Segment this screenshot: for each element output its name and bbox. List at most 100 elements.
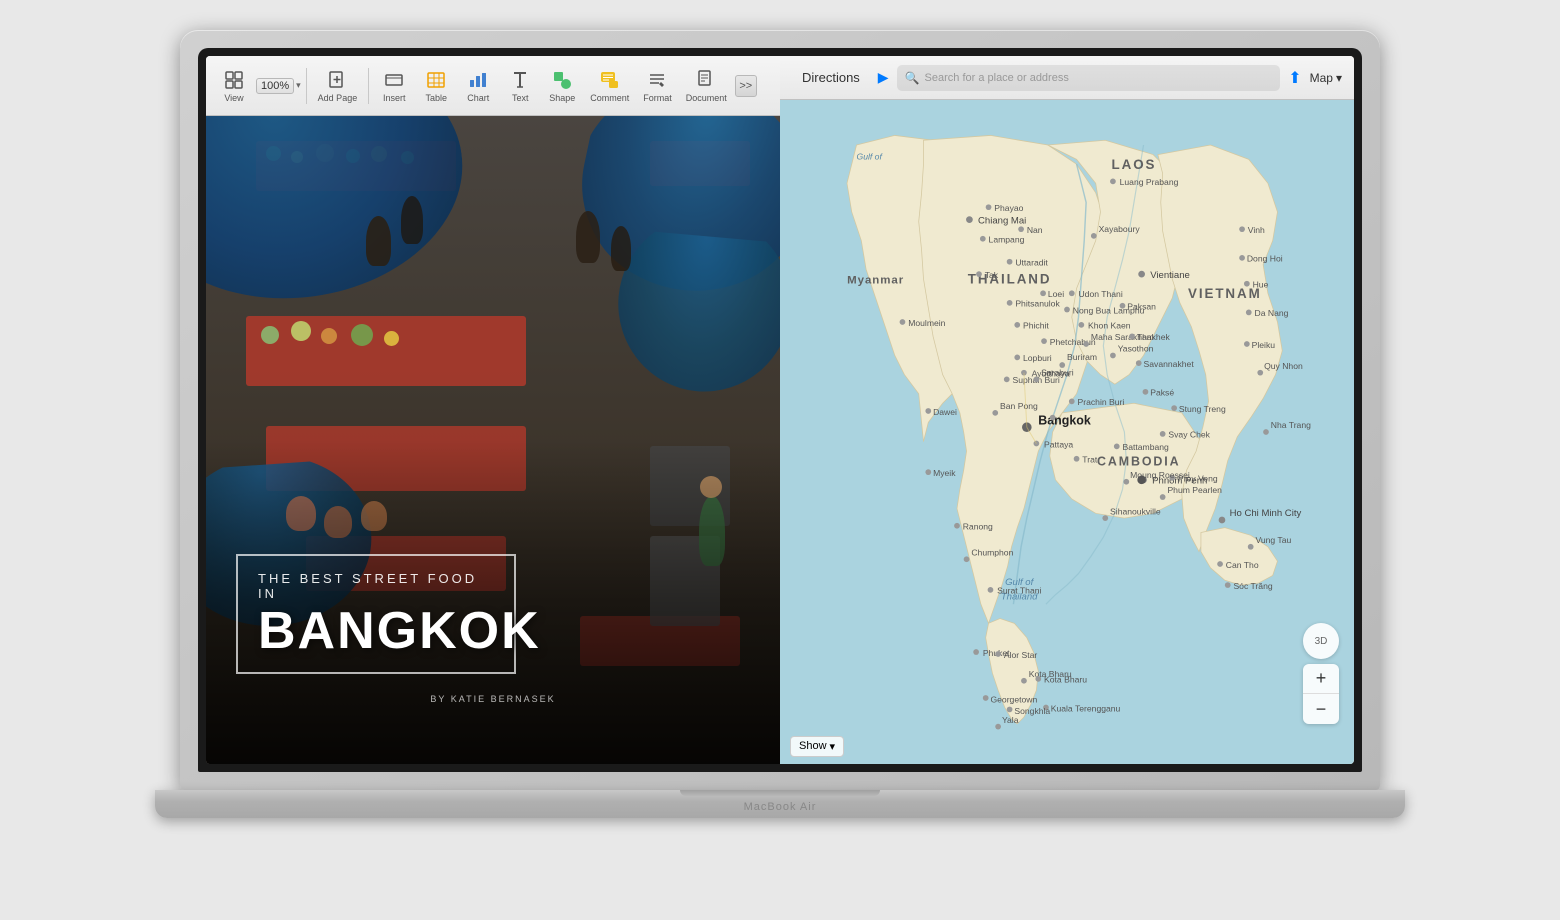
svg-text:Battambang: Battambang	[1122, 442, 1169, 452]
svg-text:Savannakhet: Savannakhet	[1144, 359, 1195, 369]
svg-text:Lampang: Lampang	[989, 235, 1025, 245]
svg-text:Svay Chek: Svay Chek	[1168, 430, 1210, 440]
map-type-button[interactable]: Map ▾	[1310, 71, 1342, 85]
svg-text:Chiang Mai: Chiang Mai	[978, 215, 1026, 226]
svg-text:Georgetown: Georgetown	[990, 695, 1037, 705]
text-icon	[509, 69, 531, 91]
svg-text:Ranong: Ranong	[963, 522, 993, 532]
shape-icon	[551, 69, 573, 91]
svg-text:Nha Trang: Nha Trang	[1271, 420, 1311, 430]
maps-search-bar[interactable]: 🔍 Search for a place or address	[897, 65, 1281, 91]
svg-text:Thakhek: Thakhek	[1137, 332, 1171, 342]
table-button[interactable]: Table	[416, 65, 456, 107]
more-button[interactable]: >>	[735, 75, 757, 97]
svg-text:Sóc Trăng: Sóc Trăng	[1233, 581, 1272, 591]
svg-text:Moulmein: Moulmein	[908, 318, 945, 328]
svg-text:Nan: Nan	[1027, 225, 1043, 235]
maps-view[interactable]: LAOS THAILAND VIETNAM CAMBODIA Myanmar G…	[780, 100, 1354, 764]
comment-button[interactable]: Comment	[584, 65, 635, 107]
view-button[interactable]: View	[214, 65, 254, 107]
svg-text:Phetchabun: Phetchabun	[1050, 337, 1096, 347]
map-type-chevron: ▾	[1336, 71, 1342, 85]
table-label: Table	[425, 93, 447, 103]
svg-text:Lopburi: Lopburi	[1023, 353, 1052, 363]
format-button[interactable]: Format	[637, 65, 678, 107]
compass-button[interactable]: 3D	[1303, 623, 1339, 659]
title-border: THE BEST STREET FOOD IN BANGKOK	[236, 554, 516, 674]
share-icon[interactable]: ⬆	[1288, 68, 1301, 88]
document-label: Document	[686, 93, 727, 103]
zoom-controls: + −	[1303, 664, 1339, 724]
macbook-container: View 100% ▾	[130, 30, 1430, 890]
cover-author: BY KATIE BERNASEK	[236, 694, 750, 704]
svg-text:Luang Prabang: Luang Prabang	[1120, 177, 1179, 187]
svg-text:Quy Nhon: Quy Nhon	[1264, 361, 1303, 371]
screen-bezel: View 100% ▾	[198, 48, 1362, 772]
svg-text:Yala: Yala	[1002, 715, 1019, 725]
svg-text:Loei: Loei	[1048, 289, 1064, 299]
svg-text:Tak: Tak	[985, 270, 999, 280]
svg-text:Pleiku: Pleiku	[1252, 340, 1276, 350]
text-button[interactable]: Text	[500, 65, 540, 107]
document-button[interactable]: Document	[680, 65, 733, 107]
zoom-in-button[interactable]: +	[1303, 664, 1339, 694]
svg-text:Uttaradit: Uttaradit	[1015, 258, 1048, 268]
macbook-base: MacBook Air	[155, 790, 1405, 818]
svg-text:Buriram: Buriram	[1067, 352, 1097, 362]
svg-text:VIETNAM: VIETNAM	[1188, 286, 1262, 301]
chart-label: Chart	[467, 93, 489, 103]
insert-icon	[383, 69, 405, 91]
show-chevron: ▾	[830, 740, 836, 753]
format-icon	[646, 69, 668, 91]
svg-text:Phichit: Phichit	[1023, 321, 1049, 331]
svg-text:Dawei: Dawei	[933, 407, 957, 417]
zoom-out-button[interactable]: −	[1303, 694, 1339, 724]
svg-text:Khon Kaen: Khon Kaen	[1088, 321, 1131, 331]
maps-app: Directions ▶ 🔍 Search for a place or add…	[780, 56, 1354, 764]
zoom-chevron: ▾	[296, 80, 301, 91]
toolbar-sep-1	[306, 68, 307, 104]
svg-text:Udon Thani: Udon Thani	[1078, 289, 1122, 299]
svg-text:Ban Pong: Ban Pong	[1000, 401, 1038, 411]
svg-text:Phitsanulok: Phitsanulok	[1015, 299, 1060, 309]
search-placeholder: Search for a place or address	[925, 72, 1069, 84]
shape-button[interactable]: Shape	[542, 65, 582, 107]
show-button[interactable]: Show ▾	[790, 736, 844, 757]
title-overlay: THE BEST STREET FOOD IN BANGKOK BY KATIE…	[236, 554, 750, 704]
macbook-lid: View 100% ▾	[180, 30, 1380, 790]
directions-button[interactable]: Directions	[792, 66, 870, 89]
insert-label: Insert	[383, 93, 406, 103]
svg-text:Kota Bharu: Kota Bharu	[1044, 675, 1087, 685]
macbook-label: MacBook Air	[744, 801, 817, 813]
svg-text:Alor Star: Alor Star	[1004, 650, 1038, 660]
svg-text:Bangkok: Bangkok	[1038, 413, 1091, 427]
document-icon	[695, 69, 717, 91]
add-page-button[interactable]: Add Page	[312, 65, 364, 107]
zoom-control[interactable]: 100% ▾	[256, 78, 301, 94]
screen: View 100% ▾	[206, 56, 1354, 764]
navigation-icon: ▶	[878, 69, 889, 86]
svg-text:Da Nang: Da Nang	[1255, 308, 1289, 318]
zoom-value[interactable]: 100%	[256, 78, 294, 94]
bangkok-cover: THE BEST STREET FOOD IN BANGKOK BY KATIE…	[206, 116, 780, 764]
svg-text:CAMBODIA: CAMBODIA	[1097, 454, 1181, 468]
comment-label: Comment	[590, 93, 629, 103]
toolbar-sep-2	[368, 68, 369, 104]
svg-text:Can Tho: Can Tho	[1226, 560, 1259, 570]
svg-text:Myanmar: Myanmar	[847, 275, 904, 287]
add-page-label: Add Page	[318, 93, 358, 103]
cover-title: BANGKOK	[258, 605, 494, 657]
chart-button[interactable]: Chart	[458, 65, 498, 107]
compass-label: 3D	[1315, 636, 1328, 647]
map-svg: LAOS THAILAND VIETNAM CAMBODIA Myanmar G…	[780, 100, 1354, 764]
insert-button[interactable]: Insert	[374, 65, 414, 107]
svg-text:Yasothon: Yasothon	[1118, 344, 1154, 354]
shape-label: Shape	[549, 93, 575, 103]
chart-icon	[467, 69, 489, 91]
svg-text:Vung Tau: Vung Tau	[1255, 535, 1291, 545]
format-label: Format	[643, 93, 672, 103]
pages-app: View 100% ▾	[206, 56, 780, 764]
svg-text:Kuala Terengganu: Kuala Terengganu	[1051, 703, 1121, 713]
search-icon: 🔍	[905, 71, 920, 85]
svg-text:Dong Hoi: Dong Hoi	[1247, 254, 1283, 264]
